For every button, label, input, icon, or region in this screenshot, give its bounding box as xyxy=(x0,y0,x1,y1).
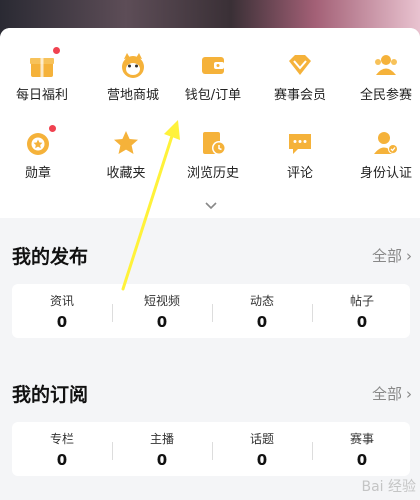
chevron-right-icon: › xyxy=(406,385,412,403)
stat-short-video[interactable]: 短视频 0 xyxy=(112,284,212,338)
history-icon xyxy=(198,128,228,158)
grid-item-daily-benefits[interactable]: 每日福利 xyxy=(0,47,84,103)
gift-icon xyxy=(27,47,60,80)
grid-item-favorites[interactable]: 收藏夹 xyxy=(84,128,168,181)
chevron-down-icon[interactable] xyxy=(204,198,218,212)
subscribe-all-link[interactable]: 全部 › xyxy=(372,383,412,404)
stat-moments[interactable]: 动态 0 xyxy=(212,284,312,338)
grid-item-all-compete[interactable]: 全民参赛 xyxy=(344,50,420,103)
badge-dot xyxy=(53,47,60,54)
section-title-publish: 我的发布 xyxy=(12,246,89,268)
grid-item-label: 身份认证 xyxy=(359,166,412,181)
mascot-icon xyxy=(118,50,148,80)
grid-item-label: 全民参赛 xyxy=(359,88,412,103)
grid-item-camp-mall[interactable]: 营地商城 xyxy=(91,50,175,103)
star-icon xyxy=(111,128,141,158)
grid-item-label: 钱包/订单 xyxy=(184,88,242,103)
stat-posts[interactable]: 帖子 0 xyxy=(312,284,412,338)
grid-item-wallet-orders[interactable]: 钱包/订单 xyxy=(171,50,255,103)
medal-icon xyxy=(23,125,56,158)
grid-item-label: 营地商城 xyxy=(106,88,159,103)
wallet-icon xyxy=(198,50,228,80)
stat-news[interactable]: 资讯 0 xyxy=(12,284,112,338)
diamond-icon xyxy=(285,50,315,80)
grid-item-event-membership[interactable]: 赛事会员 xyxy=(258,50,342,103)
subscribe-stats-card: 专栏 0 主播 0 话题 0 赛事 0 xyxy=(12,422,410,476)
badge-dot xyxy=(49,125,56,132)
grid-item-label: 勋章 xyxy=(24,166,51,181)
comment-icon xyxy=(285,128,315,158)
grid-item-label: 每日福利 xyxy=(15,88,68,103)
users-icon xyxy=(371,50,401,80)
grid-item-label: 评论 xyxy=(286,166,313,181)
grid-item-medals[interactable]: 勋章 xyxy=(0,125,80,181)
all-label: 全部 xyxy=(371,385,402,403)
grid-item-browse-history[interactable]: 浏览历史 xyxy=(171,128,255,181)
grid-item-comments[interactable]: 评论 xyxy=(258,128,342,181)
publish-all-link[interactable]: 全部 › xyxy=(372,245,412,266)
grid-item-label: 浏览历史 xyxy=(186,166,239,181)
watermark-logo: Bai 经验 xyxy=(361,479,416,495)
grid-item-identity-verify[interactable]: 身份认证 xyxy=(344,128,420,181)
publish-stats-card: 资讯 0 短视频 0 动态 0 帖子 0 xyxy=(12,284,410,338)
feature-grid: 每日福利 营地商城 钱包/订单 赛事会员 全民参赛 勋章 收藏夹 浏览历史 评论… xyxy=(0,28,420,218)
stat-events[interactable]: 赛事 0 xyxy=(312,422,412,476)
stat-streamers[interactable]: 主播 0 xyxy=(112,422,212,476)
stat-topics[interactable]: 话题 0 xyxy=(212,422,312,476)
grid-item-label: 赛事会员 xyxy=(273,88,326,103)
section-title-subscribe: 我的订阅 xyxy=(12,384,89,406)
id-verify-icon xyxy=(371,128,401,158)
all-label: 全部 xyxy=(371,247,402,265)
stat-columns[interactable]: 专栏 0 xyxy=(12,422,112,476)
chevron-right-icon: › xyxy=(406,247,412,265)
grid-item-label: 收藏夹 xyxy=(106,166,146,181)
